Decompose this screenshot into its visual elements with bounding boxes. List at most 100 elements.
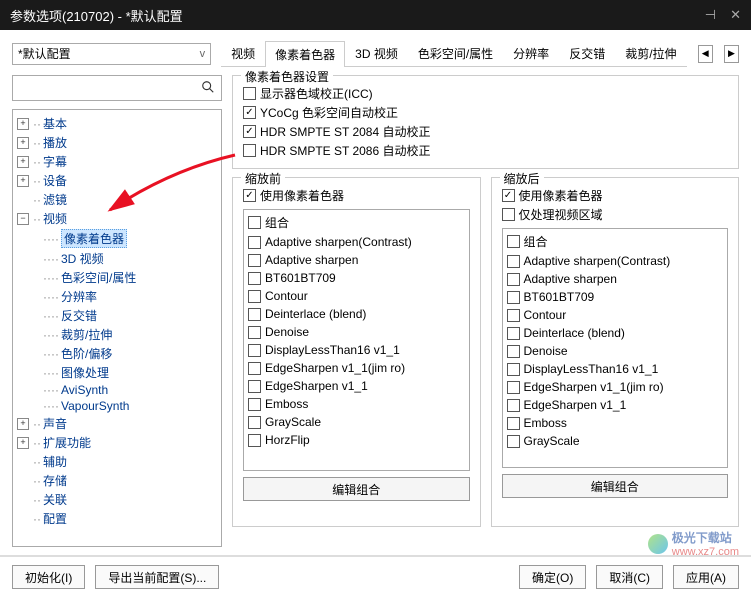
checkbox-row[interactable]: BT601BT709	[507, 288, 724, 306]
checkbox-row[interactable]: 组合	[248, 212, 465, 233]
tab-视频[interactable]: 视频	[221, 40, 265, 66]
tree-label: 扩展功能	[43, 434, 91, 451]
checkbox-label: DisplayLessThan16 v1_1	[265, 343, 400, 357]
tree-node[interactable]: ····裁剪/拉伸	[15, 325, 219, 344]
checkbox-row[interactable]: ✓YCoCg 色彩空间自动校正	[243, 103, 728, 122]
after-scale-group: 缩放后 ✓ 使用像素着色器 仅处理视频区域 组合Adaptive sharpen…	[491, 177, 740, 527]
tab-分辨率[interactable]: 分辨率	[503, 40, 559, 66]
checkbox-row[interactable]: EdgeSharpen v1_1	[507, 396, 724, 414]
checkbox-row[interactable]: Adaptive sharpen	[248, 251, 465, 269]
tree-node[interactable]: +··播放	[15, 133, 219, 152]
apply-button[interactable]: 应用(A)	[673, 565, 739, 589]
tab-scroll-left[interactable]: ◀	[698, 45, 713, 63]
tree-node[interactable]: ····分辨率	[15, 287, 219, 306]
checkbox-box	[507, 327, 520, 340]
export-button[interactable]: 导出当前配置(S)...	[95, 565, 219, 589]
expand-icon[interactable]: +	[17, 156, 29, 168]
checkbox-row[interactable]: HDR SMPTE ST 2086 自动校正	[243, 141, 728, 160]
checkbox-row[interactable]: Contour	[507, 306, 724, 324]
close-icon[interactable]: ✕	[730, 7, 741, 23]
checkbox-row[interactable]: Adaptive sharpen(Contrast)	[507, 252, 724, 270]
tab-scroll-right[interactable]: ▶	[724, 45, 739, 63]
tree-node[interactable]: ····AviSynth	[15, 382, 219, 398]
checkbox-row[interactable]: Deinterlace (blend)	[507, 324, 724, 342]
checkbox-label: HDR SMPTE ST 2084 自动校正	[260, 123, 431, 140]
tree-node[interactable]: ··滤镜	[15, 190, 219, 209]
after-use-checkbox[interactable]: ✓ 使用像素着色器	[502, 186, 729, 205]
tab-色彩空间/属性[interactable]: 色彩空间/属性	[408, 40, 503, 66]
tree-label: 辅助	[43, 453, 67, 470]
checkbox-row[interactable]: EdgeSharpen v1_1(jim ro)	[248, 359, 465, 377]
checkbox-row[interactable]: 显示器色域校正(ICC)	[243, 84, 728, 103]
tree-node[interactable]: ····色阶/偏移	[15, 344, 219, 363]
checkbox-row[interactable]: Adaptive sharpen(Contrast)	[248, 233, 465, 251]
tree-node[interactable]: ····3D 视频	[15, 249, 219, 268]
checkbox-row[interactable]: ✓ HDR SMPTE ST 2084 自动校正	[243, 122, 728, 141]
checkbox-row[interactable]: Denoise	[507, 342, 724, 360]
checkbox-row[interactable]: Contour	[248, 287, 465, 305]
expand-icon[interactable]: +	[17, 418, 29, 430]
after-edit-button[interactable]: 编辑组合	[502, 474, 729, 498]
tree-node[interactable]: ····图像处理	[15, 363, 219, 382]
search-input-wrapper	[12, 75, 222, 101]
checkbox-box	[507, 309, 520, 322]
checkbox-row[interactable]: Deinterlace (blend)	[248, 305, 465, 323]
tree-node[interactable]: −··视频	[15, 209, 219, 228]
after-onlyvideo-checkbox[interactable]: 仅处理视频区域	[502, 205, 729, 224]
checkbox-row[interactable]: 组合	[507, 231, 724, 252]
checkbox-row[interactable]: HorzFlip	[248, 431, 465, 449]
tree-node[interactable]: ····色彩空间/属性	[15, 268, 219, 287]
tree-node[interactable]: +··扩展功能	[15, 433, 219, 452]
checkbox-row[interactable]: GrayScale	[507, 432, 724, 450]
tab-像素着色器[interactable]: 像素着色器	[265, 41, 345, 67]
tab-裁剪/拉伸[interactable]: 裁剪/拉伸	[615, 40, 686, 66]
tree-node[interactable]: ··关联	[15, 490, 219, 509]
tree-node[interactable]: ··存储	[15, 471, 219, 490]
before-use-checkbox[interactable]: ✓ 使用像素着色器	[243, 186, 470, 205]
expand-icon[interactable]: +	[17, 175, 29, 187]
category-tree[interactable]: +··基本+··播放+··字幕+··设备··滤镜−··视频····像素着色器··…	[12, 109, 222, 547]
tree-node[interactable]: ··辅助	[15, 452, 219, 471]
tree-node[interactable]: ····反交错	[15, 306, 219, 325]
checkbox-row[interactable]: Denoise	[248, 323, 465, 341]
expand-icon[interactable]: +	[17, 137, 29, 149]
tree-node[interactable]: +··设备	[15, 171, 219, 190]
expand-icon[interactable]: +	[17, 437, 29, 449]
checkbox-row[interactable]: Emboss	[248, 395, 465, 413]
tree-node[interactable]: +··声音	[15, 414, 219, 433]
tree-node[interactable]: +··字幕	[15, 152, 219, 171]
checkbox-row[interactable]: DisplayLessThan16 v1_1	[507, 360, 724, 378]
tree-node[interactable]: ··配置	[15, 509, 219, 528]
before-edit-button[interactable]: 编辑组合	[243, 477, 470, 501]
expand-icon[interactable]: +	[17, 118, 29, 130]
checkbox-row[interactable]: GrayScale	[248, 413, 465, 431]
tree-node[interactable]: ····VapourSynth	[15, 398, 219, 414]
tab-反交错[interactable]: 反交错	[559, 40, 615, 66]
pin-icon[interactable]: ⊣	[705, 7, 716, 23]
checkbox-box: ✓	[243, 125, 256, 138]
ok-button[interactable]: 确定(O)	[519, 565, 586, 589]
search-icon[interactable]	[201, 80, 215, 97]
cancel-button[interactable]: 取消(C)	[596, 565, 663, 589]
tree-node[interactable]: ····像素着色器	[15, 228, 219, 249]
checkbox-row[interactable]: EdgeSharpen v1_1(jim ro)	[507, 378, 724, 396]
search-input[interactable]	[19, 81, 201, 95]
checkbox-row[interactable]: BT601BT709	[248, 269, 465, 287]
collapse-icon[interactable]: −	[17, 213, 29, 225]
checkbox-row[interactable]: DisplayLessThan16 v1_1	[248, 341, 465, 359]
tree-label: 存储	[43, 472, 67, 489]
tab-3D 视频[interactable]: 3D 视频	[345, 40, 408, 66]
checkbox-box	[243, 144, 256, 157]
profile-select[interactable]: *默认配置 v	[12, 43, 211, 65]
checkbox-label: 组合	[265, 214, 289, 231]
init-button[interactable]: 初始化(I)	[12, 565, 85, 589]
titlebar: 参数选项(210702) - *默认配置 ⊣ ✕	[0, 0, 751, 30]
tree-label: 反交错	[61, 307, 97, 324]
checkbox-box	[507, 345, 520, 358]
after-shader-list[interactable]: 组合Adaptive sharpen(Contrast)Adaptive sha…	[502, 228, 729, 468]
checkbox-row[interactable]: Emboss	[507, 414, 724, 432]
before-shader-list[interactable]: 组合 Adaptive sharpen(Contrast)Adaptive sha…	[243, 209, 470, 471]
tree-node[interactable]: +··基本	[15, 114, 219, 133]
checkbox-row[interactable]: Adaptive sharpen	[507, 270, 724, 288]
checkbox-row[interactable]: EdgeSharpen v1_1	[248, 377, 465, 395]
